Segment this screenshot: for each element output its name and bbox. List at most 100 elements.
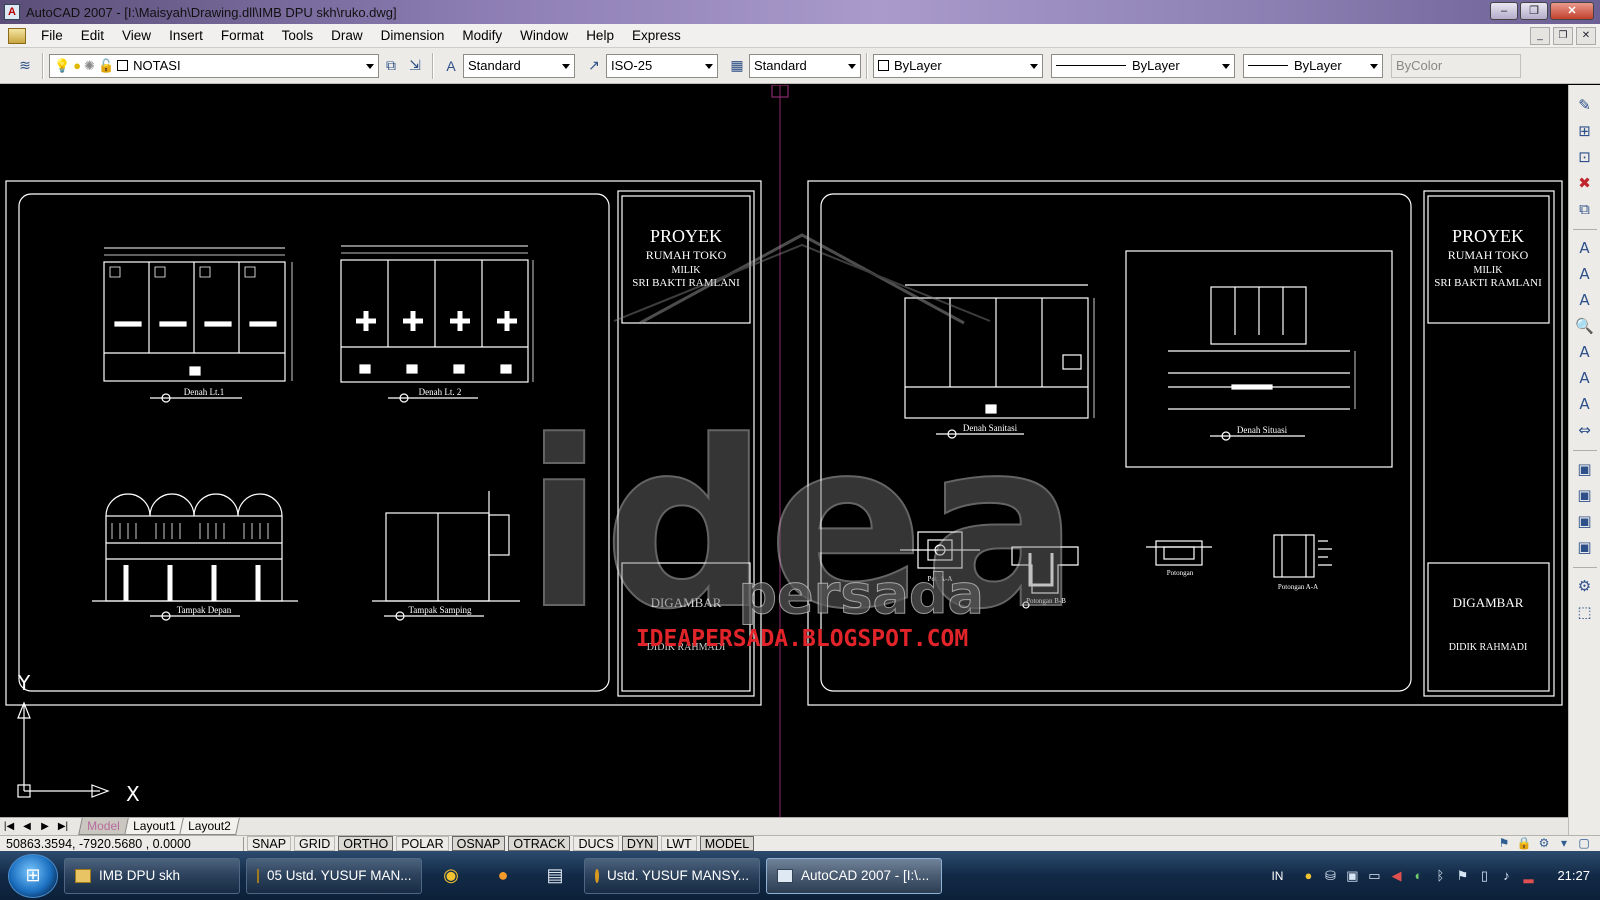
monitor-icon[interactable]: ▭ [1363, 868, 1385, 884]
find-text-icon[interactable]: 🔍 [1573, 314, 1597, 338]
bluetooth-icon[interactable]: ᛒ [1429, 868, 1451, 883]
maximize-button[interactable]: ❐ [1520, 2, 1548, 20]
action-center-flag-icon[interactable]: ⚑ [1451, 868, 1473, 884]
coordinate-readout[interactable]: 50863.3594, -7920.5680 , 0.0000 [0, 836, 244, 851]
tab-prev-button[interactable]: ◀ [18, 819, 36, 835]
ortho-toggle[interactable]: ORTHO [338, 836, 394, 851]
app-tray-icon[interactable]: ▣ [1341, 868, 1363, 884]
task-winamp-yusuf[interactable]: Ustd. YUSUF MANSY... [584, 857, 760, 894]
text-edit-icon[interactable]: ✎ [1573, 93, 1597, 117]
lineweight-dropdown[interactable]: ByLayer [1243, 53, 1383, 78]
ducs-toggle[interactable]: DUCS [573, 836, 619, 851]
communication-center-icon[interactable]: ⚑ [1494, 836, 1514, 851]
calculator-icon[interactable]: ▤ [532, 858, 578, 894]
chrome-icon[interactable]: ◉ [428, 858, 474, 894]
freeze-icon[interactable]: ✺ [84, 58, 95, 74]
drawing-svg[interactable]: PROYEK RUMAH TOKO MILIK SRI BAKTI RAMLAN… [0, 85, 1568, 817]
document-icon[interactable] [8, 27, 26, 44]
color-dropdown[interactable]: ByLayer [873, 53, 1043, 78]
chevron-down-icon[interactable] [705, 63, 713, 69]
chevron-down-icon[interactable] [1370, 63, 1378, 69]
lock-icon[interactable]: 🔓 [98, 58, 114, 74]
justify-text-icon[interactable]: ⇔ [1573, 418, 1597, 442]
otrack-toggle[interactable]: OTRACK [508, 836, 571, 851]
tab-next-button[interactable]: ▶ [36, 819, 54, 835]
chevron-down-icon[interactable] [848, 63, 856, 69]
signal-icon[interactable]: ▂ [1517, 868, 1539, 884]
dim-style-dropdown[interactable]: ISO-25 [606, 53, 718, 78]
single-line-text-icon[interactable]: A [1573, 236, 1597, 260]
lwt-toggle[interactable]: LWT [661, 836, 697, 851]
clean-screen-icon[interactable]: ▢ [1574, 836, 1594, 851]
spell-check-icon[interactable]: A [1573, 340, 1597, 364]
copy-icon[interactable]: ⧉ [1573, 197, 1597, 221]
polar-toggle[interactable]: POLAR [396, 836, 449, 851]
layer-dropdown[interactable]: 💡 ● ✺ 🔓 NOTASI [49, 53, 379, 78]
make-current-layer-icon[interactable]: ⧉ [380, 55, 402, 77]
tab-layout1[interactable]: Layout1 [123, 818, 185, 835]
linetype-dropdown[interactable]: ByLayer [1051, 53, 1235, 78]
menu-draw[interactable]: Draw [322, 24, 372, 48]
task-autocad[interactable]: AutoCAD 2007 - [I:\... [766, 857, 942, 894]
drawing-canvas[interactable]: PROYEK RUMAH TOKO MILIK SRI BAKTI RAMLAN… [0, 85, 1568, 817]
grid-toggle[interactable]: GRID [294, 836, 336, 851]
erase-icon[interactable]: ✖ [1573, 171, 1597, 195]
tab-model[interactable]: Model [78, 818, 129, 835]
start-button[interactable]: ⊞ [8, 853, 58, 898]
norton-icon[interactable]: ● [1297, 868, 1319, 883]
chevron-down-icon[interactable] [366, 63, 374, 69]
status-menu-icon[interactable]: ▾ [1554, 836, 1574, 851]
doc-restore-button[interactable]: ❐ [1553, 26, 1573, 45]
table-style-icon[interactable]: ▦ [726, 55, 748, 77]
tab-layout2[interactable]: Layout2 [179, 818, 240, 835]
settings-icon[interactable]: ⚙ [1573, 574, 1597, 598]
tray-settings-icon[interactable]: ⚙ [1534, 836, 1554, 851]
menu-tools[interactable]: Tools [273, 24, 323, 48]
layer-previous-icon[interactable]: ⇲ [404, 55, 426, 77]
scale-text-icon[interactable]: A [1573, 392, 1597, 416]
menu-insert[interactable]: Insert [160, 24, 212, 48]
speaker-muted-icon[interactable]: ◀ [1385, 868, 1407, 884]
model-toggle[interactable]: MODEL [699, 836, 755, 851]
text-style-panel-icon[interactable]: A [1573, 366, 1597, 390]
task-folder-yusuf[interactable]: 05 Ustd. YUSUF MAN... [246, 857, 422, 894]
doc-minimize-button[interactable]: _ [1530, 26, 1550, 45]
viewport-4-icon[interactable]: ▣ [1573, 535, 1597, 559]
sun-icon[interactable]: ● [73, 58, 81, 73]
language-indicator[interactable]: IN [1271, 869, 1283, 883]
chevron-down-icon[interactable] [1030, 63, 1038, 69]
osnap-toggle[interactable]: OSNAP [451, 836, 506, 851]
menu-edit[interactable]: Edit [72, 24, 113, 48]
layer-color-swatch[interactable] [117, 60, 129, 71]
dyn-toggle[interactable]: DYN [621, 836, 659, 851]
battery-icon[interactable]: ▯ [1473, 868, 1495, 884]
autocad-app-icon[interactable]: A [4, 4, 20, 20]
task-folder-imb[interactable]: IMB DPU skh [64, 857, 240, 894]
insert-block-icon[interactable]: ⊞ [1573, 119, 1597, 143]
multiline-text-icon[interactable]: A [1573, 262, 1597, 286]
network-share-icon[interactable]: ⛁ [1319, 868, 1341, 884]
menu-window[interactable]: Window [511, 24, 577, 48]
doc-close-button[interactable]: ✕ [1576, 26, 1596, 45]
menu-view[interactable]: View [113, 24, 160, 48]
dim-style-icon[interactable]: ↗ [583, 55, 605, 77]
title-bar[interactable]: A AutoCAD 2007 - [I:\Maisyah\Drawing.dll… [0, 0, 1600, 24]
edit-text-icon[interactable]: A [1573, 288, 1597, 312]
clock[interactable]: 21:27 [1557, 868, 1590, 883]
menu-modify[interactable]: Modify [453, 24, 511, 48]
snap-toggle[interactable]: SNAP [247, 836, 292, 851]
menu-help[interactable]: Help [577, 24, 623, 48]
chevron-down-icon[interactable] [562, 63, 570, 69]
close-button[interactable]: ✕ [1550, 2, 1594, 20]
clip-icon[interactable]: ⬚ [1573, 600, 1597, 624]
network-icon[interactable]: ◐ [1407, 868, 1429, 883]
tab-first-button[interactable]: |◀ [0, 819, 18, 835]
layer-manager-icon[interactable]: ≋ [14, 55, 36, 77]
minimize-button[interactable]: – [1490, 2, 1518, 20]
viewport-2-icon[interactable]: ▣ [1573, 483, 1597, 507]
menu-dimension[interactable]: Dimension [372, 24, 454, 48]
table-style-dropdown[interactable]: Standard [749, 53, 861, 78]
chevron-down-icon[interactable] [1222, 63, 1230, 69]
volume-icon[interactable]: ♪ [1495, 868, 1517, 883]
menu-file[interactable]: File [32, 24, 72, 48]
